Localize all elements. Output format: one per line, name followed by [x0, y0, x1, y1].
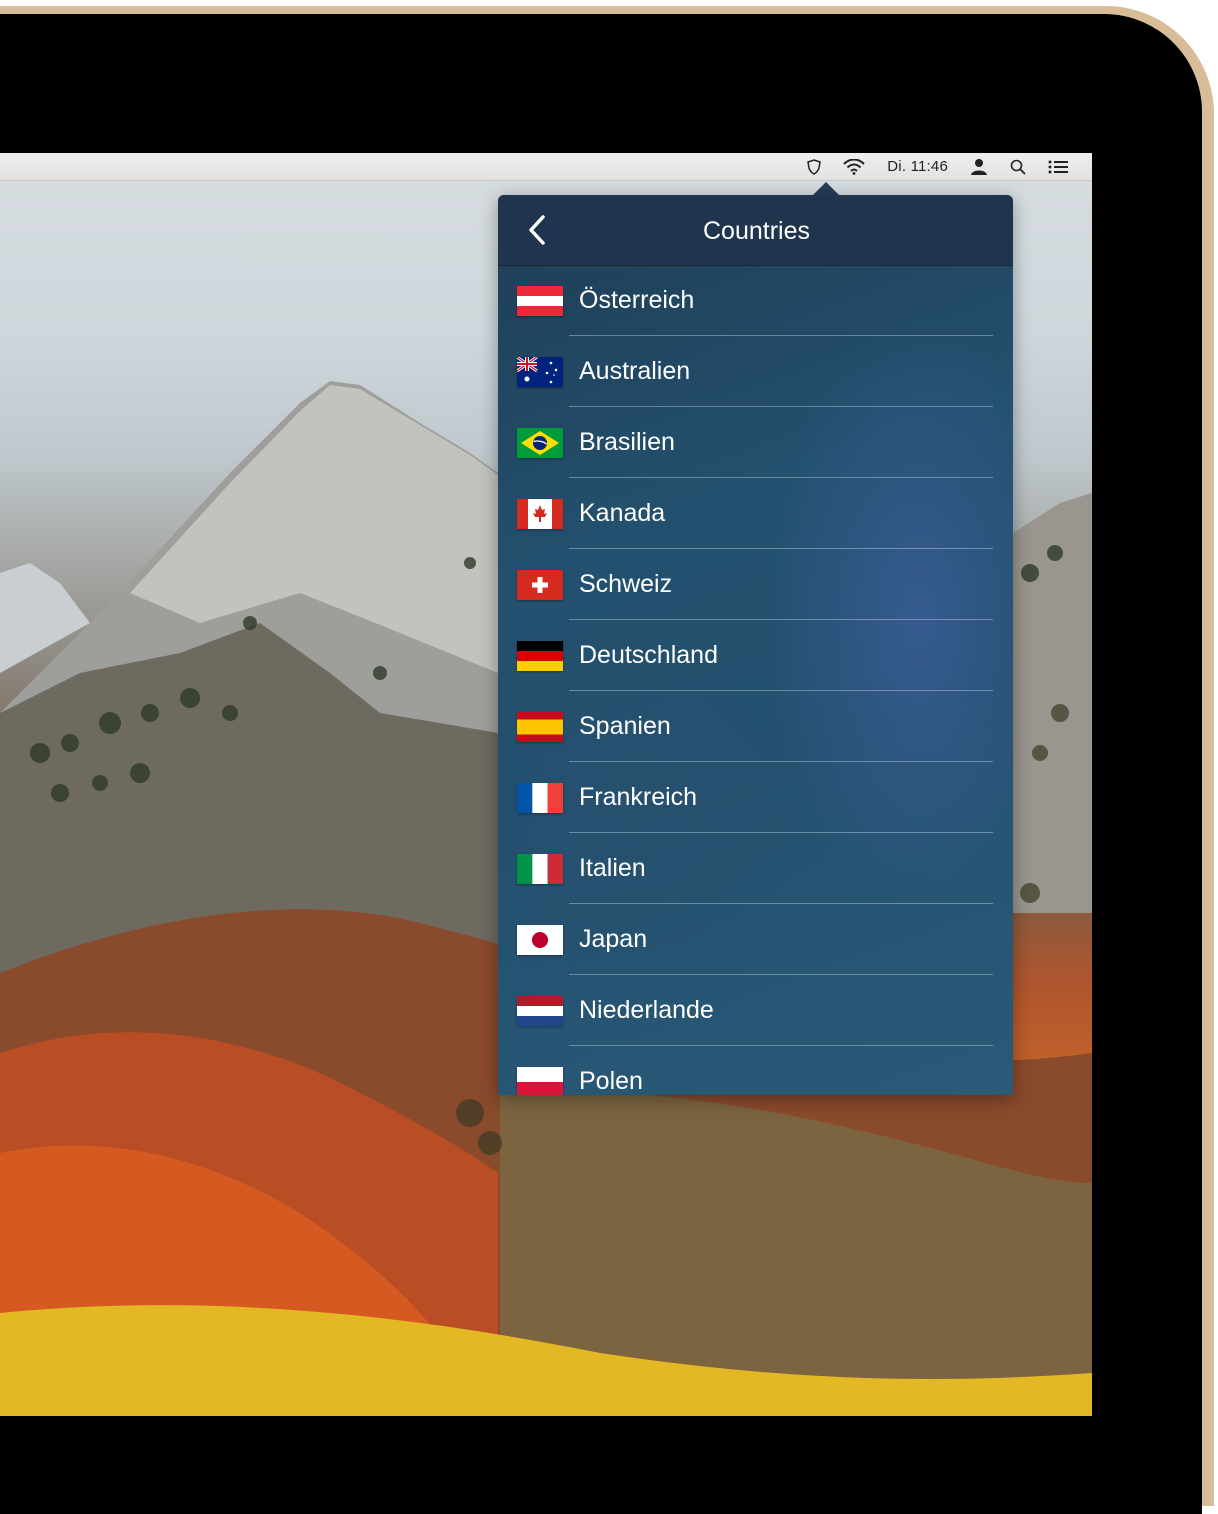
austria-flag-icon — [517, 286, 563, 316]
country-row-spain[interactable]: Spanien — [498, 691, 1013, 762]
popover-title: Countries — [703, 217, 810, 245]
country-row-poland[interactable]: Polen — [498, 1046, 1013, 1095]
country-row-australia[interactable]: Australien — [498, 336, 1013, 407]
country-label: Australien — [579, 357, 691, 385]
netherlands-flag-icon — [517, 996, 563, 1026]
country-list: Österreich Australien Brasilien Kanada S… — [498, 265, 1013, 1095]
country-label: Japan — [579, 925, 648, 953]
poland-flag-icon — [517, 1067, 563, 1095]
spotlight-search-icon[interactable] — [1010, 153, 1026, 180]
menu-bar: Di. 11:46 — [0, 153, 1092, 181]
vpn-shield-icon[interactable] — [807, 153, 822, 180]
australia-flag-icon — [517, 357, 563, 387]
country-label: Niederlande — [579, 996, 714, 1024]
menu-clock[interactable]: Di. 11:46 — [887, 153, 948, 180]
country-row-brazil[interactable]: Brasilien — [498, 407, 1013, 478]
country-label: Spanien — [579, 712, 671, 740]
wifi-icon[interactable] — [843, 153, 865, 180]
italy-flag-icon — [517, 854, 563, 884]
country-label: Schweiz — [579, 570, 673, 598]
notification-center-icon[interactable] — [1048, 153, 1068, 180]
country-label: Polen — [579, 1067, 643, 1095]
user-icon[interactable] — [970, 153, 988, 180]
country-row-germany[interactable]: Deutschland — [498, 620, 1013, 691]
germany-flag-icon — [517, 641, 563, 671]
country-row-switzerland[interactable]: Schweiz — [498, 549, 1013, 620]
country-row-france[interactable]: Frankreich — [498, 762, 1013, 833]
spain-flag-icon — [517, 712, 563, 742]
country-row-japan[interactable]: Japan — [498, 904, 1013, 975]
country-label: Deutschland — [579, 641, 718, 669]
brazil-flag-icon — [517, 428, 563, 458]
canada-flag-icon — [517, 499, 563, 529]
switzerland-flag-icon — [517, 570, 563, 600]
country-row-austria[interactable]: Österreich — [498, 265, 1013, 336]
popover-header: Countries — [498, 195, 1013, 266]
countries-popover: Countries Österreich Australien Brasilie… — [498, 195, 1013, 1095]
country-label: Kanada — [579, 499, 666, 527]
country-label: Brasilien — [579, 428, 675, 456]
country-label: Frankreich — [579, 783, 698, 811]
country-label: Italien — [579, 854, 646, 882]
france-flag-icon — [517, 783, 563, 813]
japan-flag-icon — [517, 925, 563, 955]
country-label: Österreich — [579, 286, 695, 314]
country-row-canada[interactable]: Kanada — [498, 478, 1013, 549]
country-row-netherlands[interactable]: Niederlande — [498, 975, 1013, 1046]
country-row-italy[interactable]: Italien — [498, 833, 1013, 904]
popover-arrow — [812, 182, 840, 196]
